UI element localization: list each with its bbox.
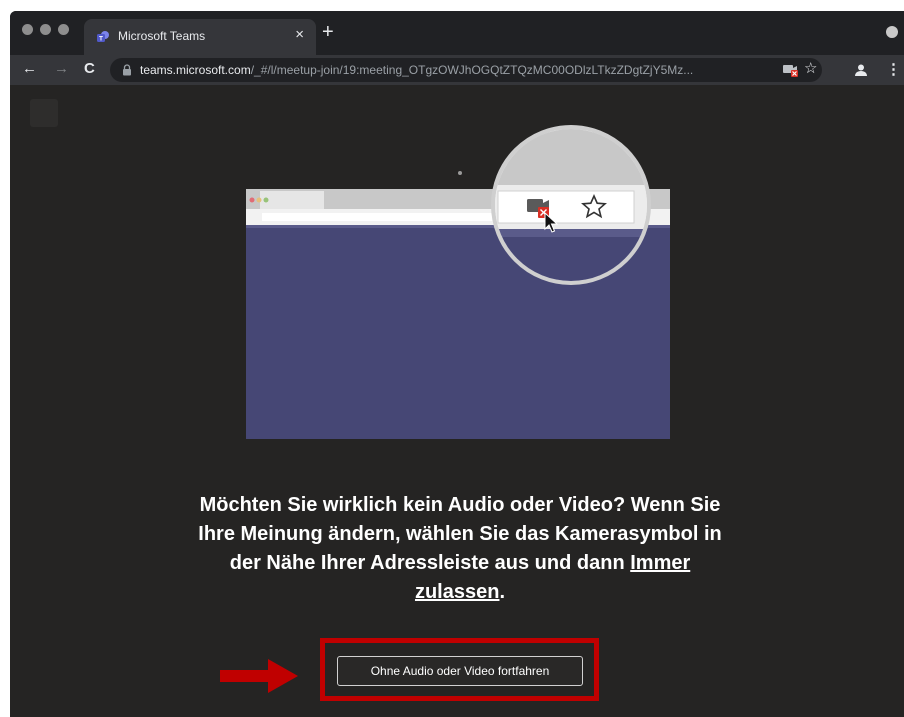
account-icon[interactable] — [853, 62, 869, 78]
message-line-2: Ihre Meinung ändern, wählen Sie das Kame… — [198, 523, 722, 545]
minimize-window-icon[interactable] — [40, 24, 51, 35]
always-allow-link-part2[interactable]: zulassen — [415, 581, 499, 603]
browser-profile-icon[interactable] — [886, 26, 898, 38]
app-logo-placeholder — [30, 99, 58, 127]
lock-icon[interactable] — [122, 64, 132, 76]
address-bar[interactable]: teams.microsoft.com/_#/l/meetup-join/19:… — [110, 58, 822, 82]
reload-icon[interactable]: C — [84, 60, 95, 78]
url-path: /_#/l/meetup-join/19:meeting_OTgzOWJhOGQ… — [250, 63, 694, 77]
message-end-punctuation: . — [499, 581, 506, 603]
tab-title: Microsoft Teams — [118, 29, 206, 43]
continue-without-audio-video-button[interactable]: Ohne Audio oder Video fortfahren — [337, 656, 583, 686]
new-tab-icon[interactable]: + — [322, 22, 334, 42]
camera-permission-illustration — [246, 125, 670, 439]
close-window-icon[interactable] — [22, 24, 33, 35]
message-line-3-text: der Nähe Ihrer Adressleiste aus und dann — [229, 552, 631, 574]
maximize-window-icon[interactable] — [58, 24, 69, 35]
browser-menu-icon[interactable]: ⋮ — [886, 60, 901, 78]
browser-toolbar: ← → C teams.microsoft.com/_#/l/meetup-jo… — [10, 55, 904, 85]
tab-close-icon[interactable]: × — [295, 26, 304, 43]
message-line-4: zulassen. — [140, 578, 780, 607]
red-arrow-icon — [220, 659, 298, 693]
back-icon[interactable]: ← — [22, 60, 37, 78]
message-line-3: der Nähe Ihrer Adressleiste aus und dann… — [140, 549, 780, 578]
camera-blocked-icon[interactable] — [782, 63, 800, 77]
always-allow-link-part1[interactable]: Immer — [630, 552, 690, 574]
bookmark-star-icon[interactable]: ☆ — [804, 59, 817, 77]
browser-window: T Microsoft Teams × + ← → C teams.micros… — [10, 11, 904, 717]
svg-text:T: T — [99, 36, 103, 43]
teams-logo-icon: T — [97, 31, 109, 43]
no-audio-video-message: Möchten Sie wirklich kein Audio oder Vid… — [140, 491, 780, 607]
forward-icon[interactable]: → — [54, 60, 69, 78]
message-line-1: Möchten Sie wirklich kein Audio oder Vid… — [199, 494, 721, 516]
tab-strip: T Microsoft Teams × + — [10, 11, 904, 55]
url-text[interactable]: teams.microsoft.com/_#/l/meetup-join/19:… — [140, 63, 760, 77]
teams-page: Möchten Sie wirklich kein Audio oder Vid… — [10, 85, 904, 717]
url-host: teams.microsoft.com — [140, 63, 251, 77]
tab-microsoft-teams[interactable]: T Microsoft Teams × — [84, 19, 316, 55]
